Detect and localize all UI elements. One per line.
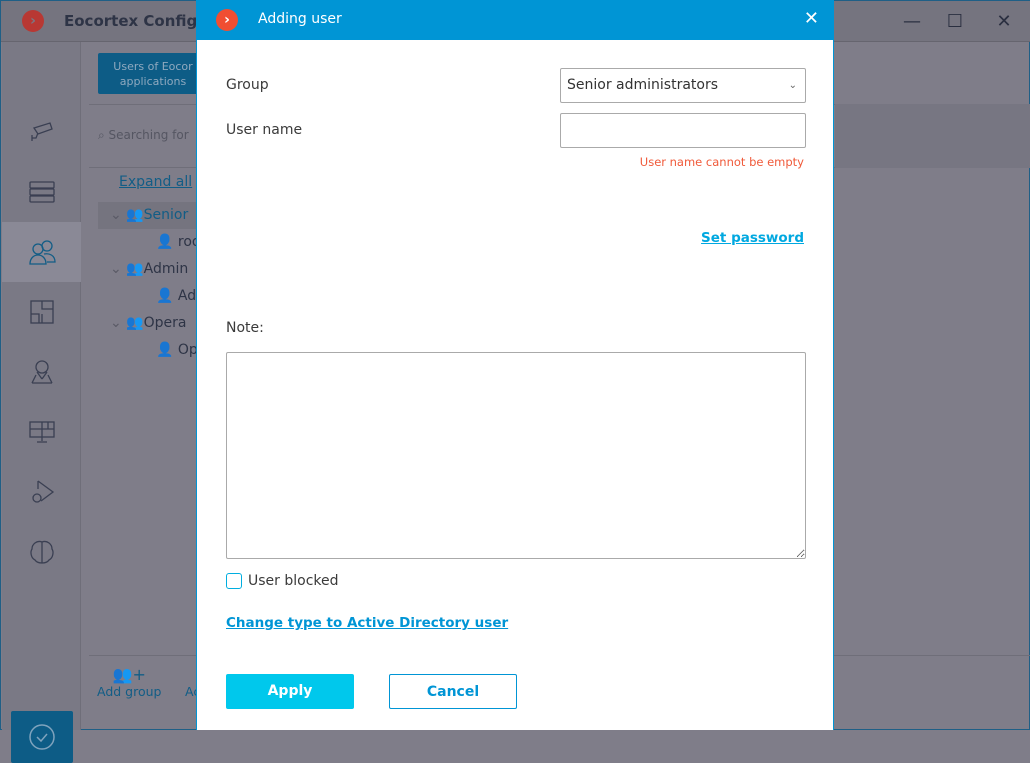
dialog-title: Adding user [258, 11, 342, 27]
app-logo: › [216, 9, 238, 31]
chevron-down-icon: ⌄ [788, 80, 797, 91]
search-placeholder: Searching for [108, 128, 189, 142]
user-blocked-label: User blocked [248, 573, 339, 589]
users-tab-button[interactable]: Users of Eocor applications [98, 53, 208, 94]
change-type-link[interactable]: Change type to Active Directory user [226, 615, 508, 631]
group-select-value: Senior administrators [567, 77, 719, 93]
add-group-button[interactable]: 👥+ Add group [97, 665, 161, 699]
map-pin-icon [30, 360, 53, 384]
set-password-link[interactable]: Set password [701, 230, 804, 246]
username-label: User name [226, 122, 303, 138]
group-icon: 👥 [126, 207, 144, 223]
tree-label: Opera [143, 315, 187, 331]
app-logo: › [22, 10, 44, 32]
sidebar-item-maps[interactable] [2, 342, 81, 402]
minimize-button[interactable]: — [897, 9, 927, 35]
user-icon: 👤 [156, 288, 178, 304]
sidebar-item-floor-plans[interactable] [2, 282, 81, 342]
maximize-button[interactable]: ☐ [940, 9, 970, 35]
tree-label: Senior [143, 207, 189, 223]
username-input[interactable] [560, 113, 806, 148]
group-label: Group [226, 77, 269, 93]
sidebar-item-cameras[interactable] [2, 102, 81, 162]
group-icon: 👥 [126, 315, 144, 331]
username-error: User name cannot be empty [639, 155, 804, 169]
dialog-header: › Adding user ✕ [197, 0, 833, 40]
sidebar-item-scenarios[interactable] [2, 462, 81, 522]
sidebar-item-analytics[interactable] [2, 522, 81, 582]
add-group-icon: 👥+ [112, 665, 146, 684]
search-icon: ⌕ [98, 128, 109, 142]
sidebar [2, 42, 81, 763]
search-input[interactable]: ⌕ Searching for [98, 128, 189, 143]
camera-icon [30, 122, 53, 141]
sidebar-item-users[interactable] [2, 222, 81, 282]
user-icon: 👤 [156, 342, 178, 358]
apply-button[interactable]: Apply [226, 674, 354, 709]
user-blocked-checkbox[interactable] [226, 573, 242, 589]
user-icon: 👤 [156, 234, 178, 250]
note-textarea[interactable] [226, 352, 806, 559]
group-select[interactable]: Senior administrators ⌄ [560, 68, 806, 103]
sidebar-item-servers[interactable] [2, 162, 81, 222]
add-group-label: Add group [97, 684, 162, 699]
floor-plan-icon [29, 300, 54, 324]
group-icon: 👥 [126, 261, 144, 277]
close-window-button[interactable]: ✕ [989, 9, 1019, 35]
note-label: Note: [226, 320, 264, 336]
server-icon [28, 181, 55, 203]
monitor-layout-icon [28, 421, 55, 443]
tree-label: Admin [143, 261, 189, 277]
adding-user-dialog: › Adding user ✕ Group Senior administrat… [196, 0, 834, 730]
play-settings-icon [31, 480, 54, 503]
header-band [835, 104, 1030, 168]
check-circle-icon [29, 724, 55, 750]
cancel-button[interactable]: Cancel [389, 674, 517, 709]
brain-icon [29, 540, 54, 564]
sidebar-item-layouts[interactable] [2, 402, 81, 462]
users-icon [28, 240, 56, 265]
close-dialog-button[interactable]: ✕ [804, 8, 819, 29]
apply-changes-button[interactable] [11, 711, 73, 763]
expand-all-link[interactable]: Expand all [119, 174, 192, 190]
